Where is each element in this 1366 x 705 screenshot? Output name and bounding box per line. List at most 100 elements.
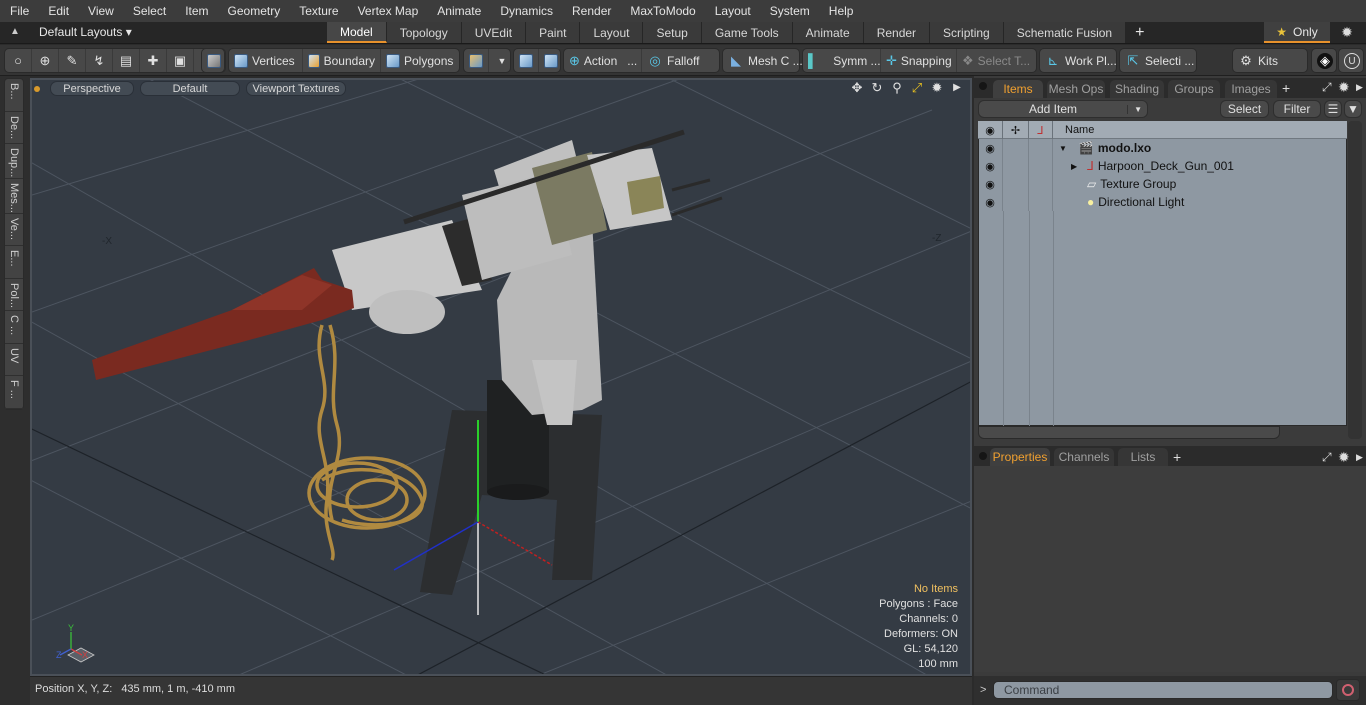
tab-model[interactable]: Model — [327, 22, 387, 43]
name-column-header[interactable]: Name — [1053, 121, 1347, 139]
tree-row[interactable]: ◉ ▱ Texture Group — [978, 175, 1347, 193]
vertices-button[interactable]: Vertices — [229, 49, 303, 72]
tab-layout[interactable]: Layout — [580, 22, 644, 43]
tab-scripting[interactable]: Scripting — [930, 22, 1004, 43]
command-input[interactable]: Command — [993, 681, 1333, 699]
default-layouts-dropdown[interactable]: Default Layouts ▾ — [39, 25, 132, 41]
left-tab-polygon[interactable]: Pol... — [5, 279, 23, 312]
view-style-button[interactable]: Default — [140, 81, 240, 96]
record-macro-button[interactable] — [1336, 679, 1360, 701]
add-tab-icon[interactable]: + — [1282, 80, 1290, 96]
boundary-button[interactable]: Boundary — [303, 49, 381, 72]
viewport-gear-icon[interactable]: ✹ — [930, 81, 944, 95]
menu-view[interactable]: View — [78, 4, 123, 18]
panel-gear-icon[interactable]: ✹ — [1338, 79, 1350, 96]
only-button[interactable]: ★ Only — [1264, 22, 1330, 43]
panel-dot-icon[interactable] — [979, 452, 987, 460]
panel-dot-icon[interactable] — [979, 82, 987, 90]
tab-game-tools[interactable]: Game Tools — [701, 22, 793, 43]
lock-column-header[interactable]: ✢ — [1003, 121, 1029, 139]
menu-animate[interactable]: Animate — [427, 4, 490, 18]
add-item-button[interactable]: Add Item ▼ — [978, 100, 1148, 118]
curve-button[interactable]: ↯ — [86, 49, 113, 72]
menu-dynamics[interactable]: Dynamics — [490, 4, 562, 18]
pen-button[interactable]: ✎ — [59, 49, 86, 72]
view-type-button[interactable]: Perspective — [50, 81, 134, 96]
menu-maxtomodo[interactable]: MaxToModo — [620, 4, 704, 18]
expand-panel-icon[interactable]: ⤢ — [1322, 450, 1332, 465]
rotate-icon[interactable]: ↻ — [870, 81, 884, 95]
tree-row[interactable]: ◉ ● Directional Light — [978, 193, 1347, 211]
tab-channels[interactable]: Channels — [1054, 448, 1114, 466]
select-button[interactable]: Select — [1220, 100, 1269, 118]
tab-groups[interactable]: Groups — [1168, 80, 1220, 98]
symmetry-button[interactable]: ▌ Symm ... — [803, 49, 881, 72]
filter-button[interactable]: Filter — [1273, 100, 1321, 118]
horizontal-scrollbar[interactable] — [978, 426, 1280, 439]
visibility-column-header[interactable]: ◉ — [978, 121, 1003, 139]
tab-schematic-fusion[interactable]: Schematic Fusion — [1003, 22, 1127, 43]
tree-row[interactable]: ◉ ▶ ⅃ Harpoon_Deck_Gun_001 — [978, 157, 1347, 175]
action-center-button[interactable]: ⊕ Action... — [564, 49, 642, 72]
menu-item[interactable]: Item — [175, 4, 217, 18]
left-tab-basic[interactable]: B... — [5, 79, 23, 112]
viewport-status-dot[interactable] — [34, 85, 40, 92]
tab-mesh-ops[interactable]: Mesh Ops — [1047, 80, 1105, 98]
viewport-menu-arrow-icon[interactable]: ▶ — [950, 81, 964, 95]
visibility-eye-icon[interactable]: ◉ — [985, 160, 995, 173]
funnel-filter-icon[interactable]: ▼ — [1344, 100, 1362, 118]
tab-paint[interactable]: Paint — [526, 22, 581, 43]
shading-mode-button[interactable]: Viewport Textures — [246, 81, 346, 96]
3d-viewport[interactable]: -X -Z Y X Z — [30, 78, 972, 676]
menu-system[interactable]: System — [760, 4, 819, 18]
menu-select[interactable]: Select — [123, 4, 175, 18]
panel-gear-icon[interactable]: ✹ — [1338, 449, 1350, 466]
left-tab-vertex[interactable]: Ve... — [5, 214, 23, 247]
world-transform-button[interactable] — [514, 49, 539, 72]
align-button[interactable]: ▤ — [113, 49, 140, 72]
visibility-eye-icon[interactable]: ◉ — [985, 178, 995, 191]
menu-geometry[interactable]: Geometry — [218, 4, 290, 18]
panel-menu-arrow-icon[interactable]: ▶ — [1356, 452, 1363, 463]
expand-triangle-icon[interactable]: ▶ — [1071, 162, 1077, 171]
menu-help[interactable]: Help — [819, 4, 863, 18]
expand-panel-icon[interactable]: ⤢ — [1322, 80, 1332, 95]
list-options-icon[interactable]: ☰ — [1324, 100, 1342, 118]
maximize-icon[interactable]: ⤢ — [910, 81, 924, 95]
gear-icon[interactable]: ✹ — [1338, 24, 1356, 42]
item-mode-button[interactable] — [202, 49, 226, 72]
visibility-eye-icon[interactable]: ◉ — [985, 142, 995, 155]
left-tab-deform[interactable]: De... — [5, 112, 23, 145]
add-tab-icon[interactable]: + — [1126, 22, 1155, 43]
left-tab-edge[interactable]: E... — [5, 246, 23, 279]
vertical-scrollbar[interactable] — [1348, 121, 1362, 439]
menu-layout[interactable]: Layout — [705, 4, 760, 18]
menu-vertex-map[interactable]: Vertex Map — [348, 4, 428, 18]
menu-edit[interactable]: Edit — [38, 4, 78, 18]
left-tab-fusion[interactable]: F ... — [5, 376, 23, 410]
menu-file[interactable]: File — [0, 4, 38, 18]
unreal-button[interactable]: U — [1339, 49, 1365, 72]
left-tab-uv[interactable]: UV — [5, 344, 23, 377]
mesh-constraint-button[interactable]: ◣ Mesh C ... — [723, 49, 808, 72]
menu-texture[interactable]: Texture — [289, 4, 347, 18]
cross-button[interactable]: ✚ — [140, 49, 167, 72]
zoom-icon[interactable]: ⚲ — [890, 81, 904, 95]
add-tab-icon[interactable]: + — [1173, 449, 1181, 465]
material-mode-button[interactable] — [464, 49, 489, 72]
left-tab-mesh-edit[interactable]: Mes... — [5, 179, 23, 214]
tab-lists[interactable]: Lists — [1118, 448, 1168, 466]
falloff-button[interactable]: ◎ Falloff — [642, 49, 719, 72]
unity-button[interactable]: ◈ — [1312, 49, 1338, 72]
tab-render[interactable]: Render — [863, 22, 931, 43]
tab-setup[interactable]: Setup — [643, 22, 702, 43]
work-plane-button[interactable]: ⊾ Work Pl... — [1040, 49, 1122, 72]
visibility-eye-icon[interactable]: ◉ — [985, 196, 995, 209]
tab-images[interactable]: Images — [1225, 80, 1277, 98]
sphere-button[interactable]: ⊕ — [32, 49, 59, 72]
mode-dropdown-button[interactable]: ▼ — [489, 49, 515, 72]
layout-toggle-icon[interactable]: ▲ — [8, 26, 22, 40]
menu-render[interactable]: Render — [562, 4, 620, 18]
tab-animate[interactable]: Animate — [792, 22, 864, 43]
tab-shading[interactable]: Shading — [1110, 80, 1164, 98]
